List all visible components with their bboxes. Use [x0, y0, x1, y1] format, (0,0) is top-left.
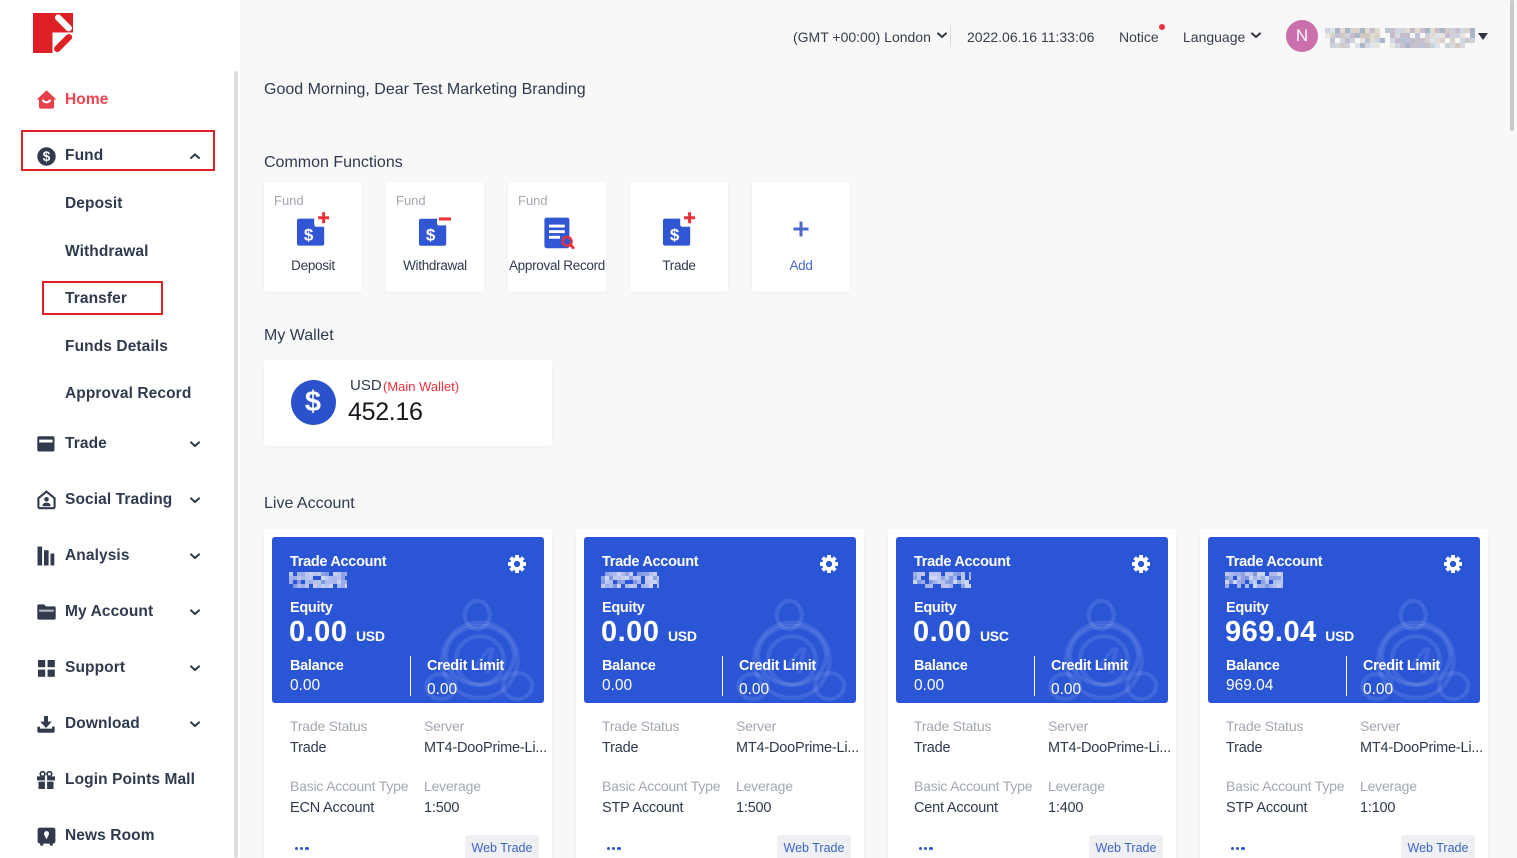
svg-text:$: $	[426, 225, 436, 244]
svg-text:$: $	[42, 149, 50, 164]
svg-text:$: $	[304, 225, 314, 244]
svg-text:$: $	[670, 225, 680, 244]
